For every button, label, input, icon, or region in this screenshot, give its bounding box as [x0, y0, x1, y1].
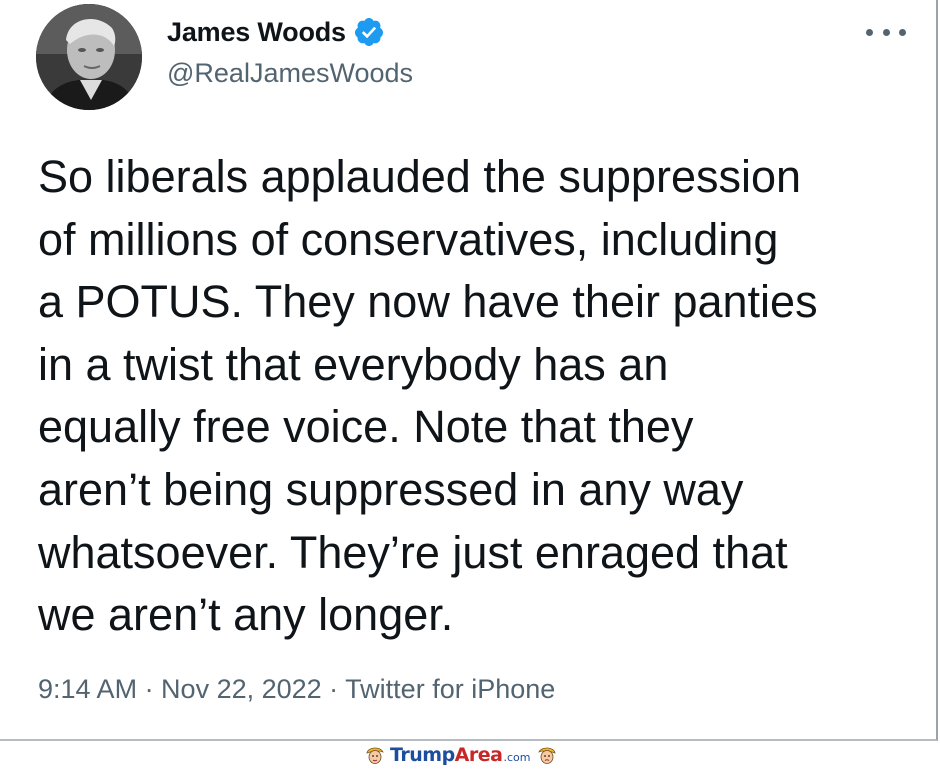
tweet-card: James Woods @RealJamesWoods So liberals … [0, 0, 938, 741]
author-handle[interactable]: @RealJamesWoods [167, 58, 413, 89]
tweet-text: So liberals applauded the suppression of… [38, 151, 818, 641]
author-display-name[interactable]: James Woods [167, 17, 346, 48]
brand-name: TrumpArea [390, 744, 503, 766]
dot [882, 28, 890, 36]
author-avatar[interactable] [36, 4, 142, 110]
watermark-footer: TrumpArea .com [0, 743, 940, 767]
trump-cartoon-icon [536, 744, 558, 766]
dot [899, 28, 906, 36]
tweet-timestamp-source[interactable]: 9:14 AM · Nov 22, 2022 · Twitter for iPh… [38, 674, 555, 705]
ellipsis-icon[interactable] [866, 22, 906, 42]
profile-photo-icon [36, 4, 142, 110]
verified-badge-icon [353, 16, 385, 48]
brand-main: Trump [390, 744, 455, 766]
trump-cartoon-icon [364, 744, 386, 766]
dot [866, 28, 873, 36]
brand-suffix: .com [503, 751, 531, 764]
author-name-row: James Woods [167, 14, 385, 50]
brand-watermark: TrumpArea .com [364, 743, 558, 767]
brand-accent: Area [454, 744, 503, 766]
